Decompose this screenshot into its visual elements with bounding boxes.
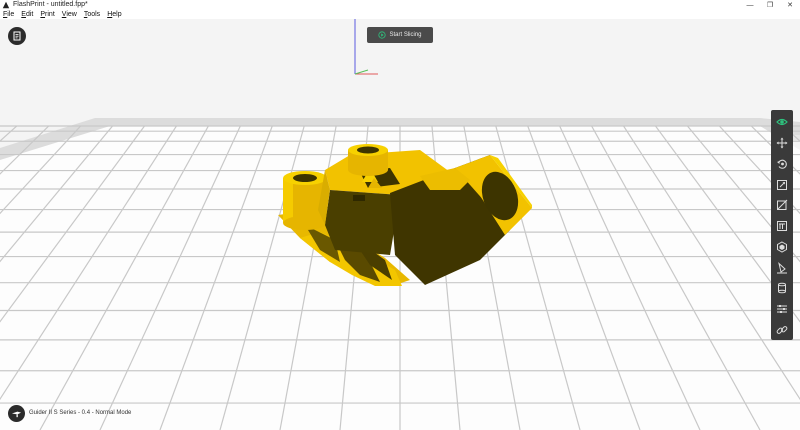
- play-circle-icon: [378, 31, 387, 39]
- support-icon: [777, 221, 787, 232]
- extruder-tool-button[interactable]: [771, 278, 793, 299]
- document-icon: [13, 31, 21, 41]
- rotate-icon: [777, 159, 787, 169]
- move-tool-button[interactable]: [771, 133, 793, 154]
- move-icon: [776, 137, 788, 149]
- menu-file[interactable]: File: [3, 10, 14, 19]
- title-bar: FlashPrint - untitled.fpp* — ❐ ✕: [0, 0, 800, 10]
- side-toolbar: [771, 110, 793, 340]
- menu-bar: File Edit Print View Tools Help: [0, 10, 800, 19]
- menu-print[interactable]: Print: [40, 10, 54, 19]
- close-button[interactable]: ✕: [780, 0, 800, 10]
- cut-icon: [777, 199, 788, 211]
- eye-icon: [776, 119, 788, 126]
- view-tool-button[interactable]: [771, 112, 793, 133]
- minimize-button[interactable]: —: [740, 0, 760, 10]
- settings-tool-button[interactable]: [771, 299, 793, 320]
- menu-tools[interactable]: Tools: [84, 10, 100, 19]
- link-icon: [776, 325, 788, 334]
- scale-tool-button[interactable]: [771, 174, 793, 195]
- build-plate-scene[interactable]: [0, 19, 800, 430]
- shell-tool-button[interactable]: [771, 236, 793, 257]
- menu-edit[interactable]: Edit: [21, 10, 33, 19]
- y-axis: [354, 69, 369, 75]
- window-title: FlashPrint - untitled.fpp*: [13, 1, 88, 8]
- 3d-viewport[interactable]: Start Slicing Guider II S Series - 0.4 -…: [0, 19, 800, 430]
- printer-select-button[interactable]: [8, 404, 25, 422]
- link-tool-button[interactable]: [771, 319, 793, 340]
- menu-view[interactable]: View: [62, 10, 77, 19]
- rotate-tool-button[interactable]: [771, 153, 793, 174]
- start-slicing-button[interactable]: Start Slicing: [367, 27, 433, 43]
- lay-flat-icon: [777, 261, 787, 273]
- model-list-button[interactable]: [8, 27, 26, 45]
- cut-tool-button[interactable]: [771, 195, 793, 216]
- printer-icon: [11, 411, 22, 417]
- start-slicing-label: Start Slicing: [389, 32, 422, 38]
- maximize-button[interactable]: ❐: [760, 0, 780, 10]
- extruder-icon: [778, 282, 786, 294]
- menu-help[interactable]: Help: [107, 10, 121, 19]
- printer-mode-text: Guider II S Series - 0.4 - Normal Mode: [29, 410, 132, 416]
- support-tool-button[interactable]: [771, 216, 793, 237]
- shell-icon: [777, 241, 787, 253]
- status-bar: Guider II S Series - 0.4 - Normal Mode: [8, 404, 131, 422]
- flashprint-logo-icon: [2, 1, 10, 9]
- lay-flat-tool-button[interactable]: [771, 257, 793, 278]
- scale-icon: [777, 179, 787, 190]
- settings-sliders-icon: [777, 304, 787, 313]
- app-window: FlashPrint - untitled.fpp* — ❐ ✕ File Ed…: [0, 0, 800, 430]
